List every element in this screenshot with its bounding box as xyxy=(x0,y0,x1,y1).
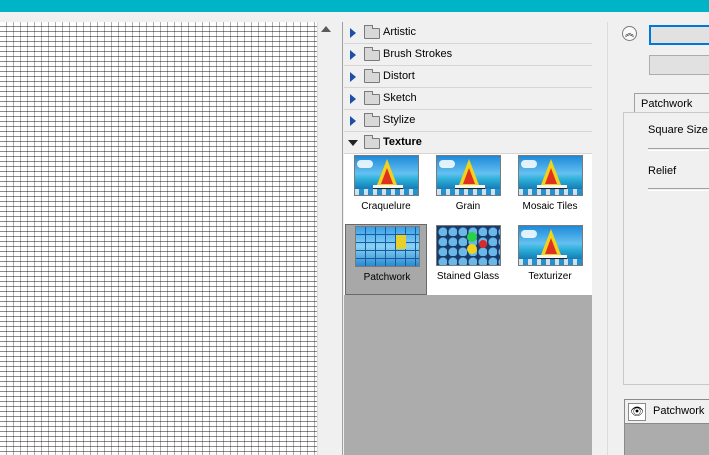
eye-icon[interactable]: 👁 xyxy=(628,403,646,421)
category-brush-strokes[interactable]: Brush Strokes xyxy=(344,44,592,66)
expand-arrow-icon[interactable] xyxy=(350,116,356,126)
category-sketch[interactable]: Sketch xyxy=(344,88,592,110)
texture-thumbnails: Craquelure Grain Mosaic Tiles Patchwork … xyxy=(344,154,592,295)
settings-panel: ︽ Patchwork Square Size Relief 👁 Patchwo… xyxy=(607,22,709,455)
folder-icon xyxy=(364,113,380,127)
preview-scrollbar[interactable] xyxy=(317,22,334,455)
thumbnail-image xyxy=(436,155,501,196)
expand-arrow-icon[interactable] xyxy=(350,28,356,38)
thumb-caption: Mosaic Tiles xyxy=(522,201,578,212)
thumb-grain[interactable]: Grain xyxy=(427,154,509,225)
category-stylize[interactable]: Stylize xyxy=(344,110,592,132)
square-size-label: Square Size xyxy=(648,124,708,136)
thumb-caption: Grain xyxy=(455,201,481,212)
category-label: Stylize xyxy=(383,114,416,126)
folder-icon xyxy=(364,47,380,61)
thumbnail-image xyxy=(355,226,420,267)
title-bar xyxy=(0,0,709,12)
ok-button[interactable] xyxy=(649,25,709,45)
folder-icon xyxy=(364,91,380,105)
folder-icon xyxy=(364,69,380,83)
filter-settings-dropdown[interactable]: Patchwork xyxy=(634,93,709,113)
thumb-stained-glass[interactable]: Stained Glass xyxy=(427,224,509,295)
pane-divider xyxy=(334,22,343,455)
expand-arrow-icon[interactable] xyxy=(350,50,356,60)
preview-canvas[interactable] xyxy=(0,22,317,455)
expand-arrow-icon[interactable] xyxy=(350,94,356,104)
collapse-arrow-icon[interactable] xyxy=(348,140,358,146)
effect-layer-label: Patchwork xyxy=(653,405,705,417)
category-artistic[interactable]: Artistic xyxy=(344,22,592,44)
category-label: Artistic xyxy=(383,26,416,38)
thumb-mosaic-tiles[interactable]: Mosaic Tiles xyxy=(509,154,591,225)
double-chevron-up-icon[interactable]: ︽ xyxy=(622,26,637,41)
settings-group xyxy=(623,112,709,385)
filter-gallery-list: Artistic Brush Strokes Distort Sketch St… xyxy=(344,22,592,455)
folder-icon xyxy=(364,25,380,39)
expand-arrow-icon[interactable] xyxy=(350,72,356,82)
thumbnail-image xyxy=(354,155,419,196)
relief-label: Relief xyxy=(648,165,677,177)
filter-name: Patchwork xyxy=(641,98,693,110)
thumbnail-image xyxy=(518,155,583,196)
cancel-button[interactable] xyxy=(649,55,709,75)
thumb-patchwork[interactable]: Patchwork xyxy=(345,224,427,295)
scroll-up-arrow-icon[interactable] xyxy=(321,26,331,32)
effect-layer-list: 👁 Patchwork xyxy=(624,399,709,455)
category-distort[interactable]: Distort xyxy=(344,66,592,88)
category-label: Brush Strokes xyxy=(383,48,453,60)
thumbnail-image xyxy=(436,225,501,266)
category-label: Texture xyxy=(383,136,422,148)
category-label: Sketch xyxy=(383,92,417,104)
open-folder-icon xyxy=(364,135,380,149)
square-size-slider[interactable] xyxy=(648,148,709,151)
effect-layer-row[interactable]: 👁 Patchwork xyxy=(625,400,709,424)
thumb-caption: Stained Glass xyxy=(436,271,500,282)
relief-slider[interactable] xyxy=(648,188,709,191)
thumbnail-image xyxy=(518,225,583,266)
thumb-caption: Texturizer xyxy=(528,271,572,282)
category-texture[interactable]: Texture xyxy=(344,132,592,154)
thumb-caption: Craquelure xyxy=(361,201,411,212)
thumb-caption: Patchwork xyxy=(363,272,411,283)
thumb-craquelure[interactable]: Craquelure xyxy=(345,154,427,225)
thumb-texturizer[interactable]: Texturizer xyxy=(509,224,591,295)
category-label: Distort xyxy=(383,70,415,82)
